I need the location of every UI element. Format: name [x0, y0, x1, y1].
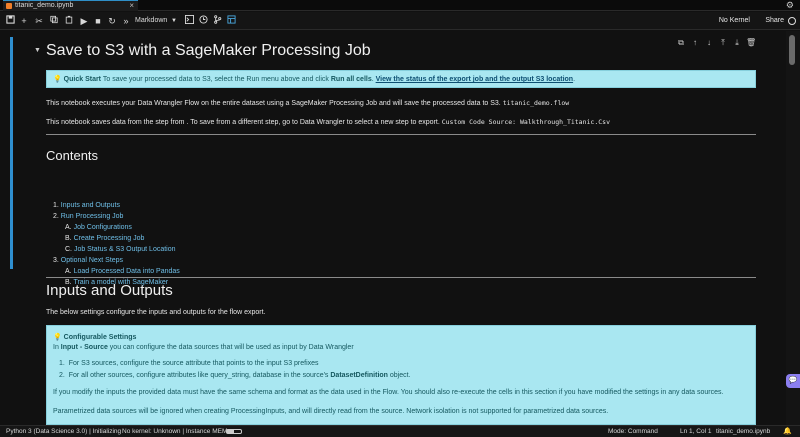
stop-icon[interactable]: ■: [92, 15, 104, 27]
run-icon[interactable]: ▶: [78, 15, 90, 27]
clock-icon[interactable]: [197, 15, 209, 27]
memory-fill: [227, 430, 234, 433]
cell-type-select[interactable]: Markdown ▼: [135, 15, 177, 27]
page-title: Save to S3 with a SageMaker Processing J…: [46, 42, 371, 59]
notebook-toolbar: + ✂ ▶ ■ ↻ » Markdown ▼ No Kernel Share: [0, 12, 800, 30]
notebook-panel[interactable]: ⧉ ↑ ↓ ⤒ ⤓ 🗑 ▼ Save to S3 with a SageMake…: [0, 31, 785, 425]
close-icon[interactable]: ×: [129, 1, 134, 11]
toc-item[interactable]: 2. Run Processing Job: [53, 213, 123, 220]
config-paragraph: Parametrized data sources will be ignore…: [53, 408, 609, 415]
share-button[interactable]: Share: [765, 15, 784, 27]
tab-title: titanic_demo.ipynb: [15, 2, 74, 9]
toc-number: 2.: [53, 213, 61, 220]
toc-item[interactable]: A. Load Processed Data into Pandas: [65, 268, 180, 275]
duplicate-icon[interactable]: ⧉: [676, 38, 686, 48]
list-item: 2. For all other sources, configure attr…: [59, 372, 411, 379]
toc-item[interactable]: 3. Optional Next Steps: [53, 257, 123, 264]
cursor-position[interactable]: Ln 1, Col 1: [680, 426, 711, 437]
mode-indicator: Mode: Command: [608, 428, 658, 435]
step-paragraph: This notebook saves data from the step f…: [46, 118, 610, 126]
save-icon[interactable]: [4, 15, 16, 27]
status-bar: Python 3 (Data Science 3.0) | Initializi…: [0, 425, 800, 437]
toc-item[interactable]: 1. Inputs and Outputs: [53, 202, 120, 209]
copy-icon[interactable]: [48, 15, 60, 27]
toc-number: A.: [65, 268, 74, 275]
io-heading: Inputs and Outputs: [46, 282, 173, 299]
list-item: 1. For S3 sources, configure the source …: [59, 360, 319, 367]
insert-above-icon[interactable]: ⤒: [718, 38, 728, 48]
export-status-link[interactable]: View the status of the export job and th…: [376, 76, 573, 83]
cell-collapser[interactable]: [10, 37, 13, 269]
intro-paragraph: This notebook executes your Data Wrangle…: [46, 99, 570, 107]
configurable-settings-alert: 💡 Configurable Settings In Input - Sourc…: [46, 325, 756, 425]
chat-icon[interactable]: 💬: [786, 374, 800, 388]
tab-bar: titanic_demo.ipynb × ⚙: [0, 0, 800, 11]
toc-link[interactable]: Optional Next Steps: [61, 257, 123, 264]
toc-number: C.: [65, 246, 74, 253]
toc-link[interactable]: Job Status & S3 Output Location: [74, 246, 176, 253]
contents-heading: Contents: [46, 148, 99, 163]
toc-link[interactable]: Create Processing Job: [74, 235, 145, 242]
toc-link[interactable]: Job Configurations: [74, 224, 132, 231]
lightbulb-icon: 💡: [53, 76, 62, 83]
toc-item[interactable]: C. Job Status & S3 Output Location: [65, 246, 176, 253]
terminal-icon[interactable]: [183, 15, 195, 27]
kernel-info[interactable]: Python 3 (Data Science 3.0) | Initializi…: [6, 426, 121, 437]
kernel-name[interactable]: No Kernel: [719, 15, 750, 27]
fast-forward-icon[interactable]: »: [120, 15, 132, 27]
io-paragraph: The below settings configure the inputs …: [46, 309, 266, 316]
lightbulb-icon: 💡: [53, 334, 62, 341]
restart-icon[interactable]: ↻: [106, 15, 118, 27]
config-paragraph: If you modify the inputs the provided da…: [53, 389, 724, 396]
divider: [46, 134, 756, 135]
divider: [46, 277, 756, 278]
toc-number: 3.: [53, 257, 61, 264]
delete-icon[interactable]: 🗑: [746, 38, 756, 48]
toc-item[interactable]: A. Job Configurations: [65, 224, 132, 231]
config-line: In Input - Source you can configure the …: [53, 344, 354, 351]
tab-notebook[interactable]: titanic_demo.ipynb ×: [3, 0, 138, 11]
memory-bar: [226, 429, 242, 434]
scrollbar[interactable]: [786, 31, 800, 425]
move-down-icon[interactable]: ↓: [704, 38, 714, 48]
add-cell-icon[interactable]: +: [18, 15, 30, 27]
status-file-name: titanic_demo.ipynb: [716, 428, 771, 435]
toc-link[interactable]: Inputs and Outputs: [61, 202, 120, 209]
cut-icon[interactable]: ✂: [33, 15, 45, 27]
kernel-status-icon: [788, 17, 796, 25]
git-icon[interactable]: [211, 15, 223, 27]
quick-start-alert: 💡 Quick Start To save your processed dat…: [46, 70, 756, 88]
toc-link[interactable]: Load Processed Data into Pandas: [74, 268, 180, 275]
paste-icon[interactable]: [63, 15, 75, 27]
collapse-caret-icon[interactable]: ▼: [34, 47, 41, 54]
data-wrangler-icon[interactable]: [225, 15, 237, 27]
toc-number: B.: [65, 235, 74, 242]
insert-below-icon[interactable]: ⤓: [732, 38, 742, 48]
scroll-thumb[interactable]: [789, 35, 795, 65]
toc-item[interactable]: B. Create Processing Job: [65, 235, 144, 242]
gear-icon[interactable]: ⚙: [786, 0, 794, 11]
notebook-icon: [6, 3, 12, 9]
toc-number: 1.: [53, 202, 61, 209]
kernel-usage: No kernel: Unknown | Instance MEM: [122, 428, 228, 435]
chevron-down-icon: ▼: [171, 18, 177, 24]
cell-toolbar: ⧉ ↑ ↓ ⤒ ⤓ 🗑: [676, 38, 762, 48]
bell-icon[interactable]: 🔔: [783, 426, 792, 437]
move-up-icon[interactable]: ↑: [690, 38, 700, 48]
toc-link[interactable]: Run Processing Job: [61, 213, 124, 220]
toc-number: A.: [65, 224, 74, 231]
